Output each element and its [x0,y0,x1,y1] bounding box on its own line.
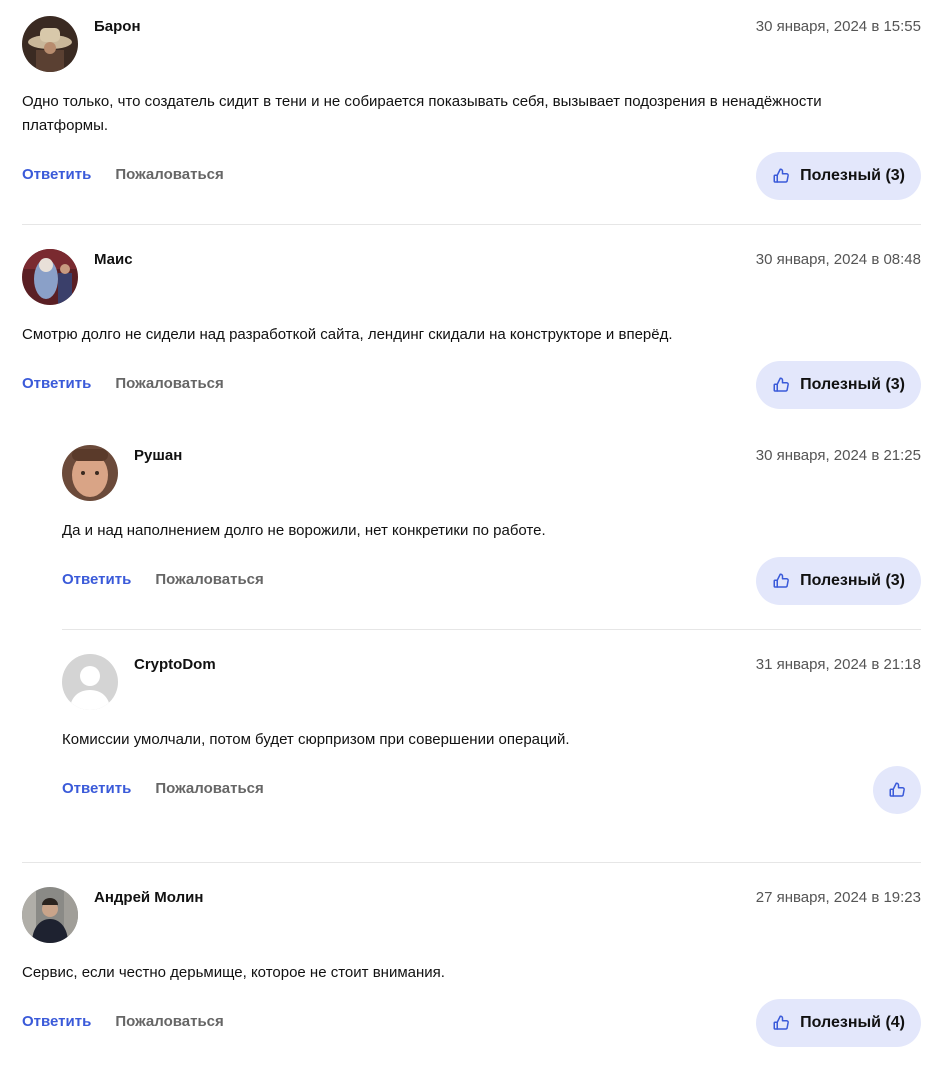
reply-link[interactable]: Ответить [22,375,91,392]
reply-comment: Рушан 30 января, 2024 в 21:25 Да и над н… [62,445,921,605]
useful-label: Полезный (3) [800,167,905,184]
avatar[interactable] [22,887,78,943]
useful-label: Полезный (3) [800,572,905,589]
comment-text-line: Одно только, что создатель сидит в тени … [22,93,822,110]
report-link[interactable]: Пожаловаться [155,780,263,797]
divider [22,862,921,863]
useful-label: Полезный (4) [800,1014,905,1031]
reply-link[interactable]: Ответить [62,571,131,588]
comment-date: 30 января, 2024 в 08:48 [755,251,921,268]
comment: Барон 30 января, 2024 в 15:55 Одно тольк… [22,16,921,206]
comment: Маис 30 января, 2024 в 08:48 Смотрю долг… [22,249,921,409]
comment-actions: Ответить Пожаловаться [62,571,264,588]
comment-date: 31 января, 2024 в 21:18 [755,656,921,673]
avatar[interactable] [22,249,78,305]
comment-date: 30 января, 2024 в 21:25 [755,447,921,464]
report-link[interactable]: Пожаловаться [115,375,223,392]
comment-text: Комиссии умолчали, потом будет сюрпризом… [62,731,570,748]
useful-button[interactable]: Полезный (4) [756,999,921,1047]
thumbs-up-icon [773,377,790,392]
report-link[interactable]: Пожаловаться [115,1013,223,1030]
useful-button[interactable]: Полезный (3) [756,557,921,605]
comment: Андрей Молин 27 января, 2024 в 19:23 Сер… [22,887,921,1047]
comment-actions: Ответить Пожаловаться [22,375,224,392]
comment-actions: Ответить Пожаловаться [22,1013,224,1030]
thumbs-up-icon [773,1015,790,1030]
reply-comment: CryptoDom 31 января, 2024 в 21:18 Комисс… [62,654,921,814]
comment-text: Да и над наполнением долго не ворожили, … [62,522,546,539]
comment-text: Смотрю долго не сидели над разработкой с… [22,326,673,343]
divider [22,224,921,225]
reply-link[interactable]: Ответить [22,166,91,183]
reply-link[interactable]: Ответить [22,1013,91,1030]
default-avatar-icon[interactable] [62,654,118,710]
comment-text: Сервис, если честно дерьмище, которое не… [22,964,445,981]
author-name[interactable]: CryptoDom [134,656,216,673]
useful-button[interactable]: Полезный (3) [756,152,921,200]
report-link[interactable]: Пожаловаться [155,571,263,588]
useful-label: Полезный (3) [800,376,905,393]
useful-button[interactable] [873,766,921,814]
comment-actions: Ответить Пожаловаться [62,780,264,797]
thumbs-up-icon [889,782,905,797]
comment-text: Одно только, что создатель сидит в тени … [22,90,822,138]
avatar[interactable] [22,16,78,72]
author-name[interactable]: Барон [94,18,141,35]
author-name[interactable]: Андрей Молин [94,889,203,906]
thumbs-up-icon [773,573,790,588]
avatar[interactable] [62,445,118,501]
author-name[interactable]: Маис [94,251,133,268]
report-link[interactable]: Пожаловаться [115,166,223,183]
comment-actions: Ответить Пожаловаться [22,166,224,183]
comment-date: 27 января, 2024 в 19:23 [755,889,921,906]
comment-date: 30 января, 2024 в 15:55 [755,18,921,35]
reply-link[interactable]: Ответить [62,780,131,797]
divider [62,629,921,630]
useful-button[interactable]: Полезный (3) [756,361,921,409]
comment-text-line: платформы. [22,117,109,134]
thumbs-up-icon [773,168,790,183]
author-name[interactable]: Рушан [134,447,182,464]
